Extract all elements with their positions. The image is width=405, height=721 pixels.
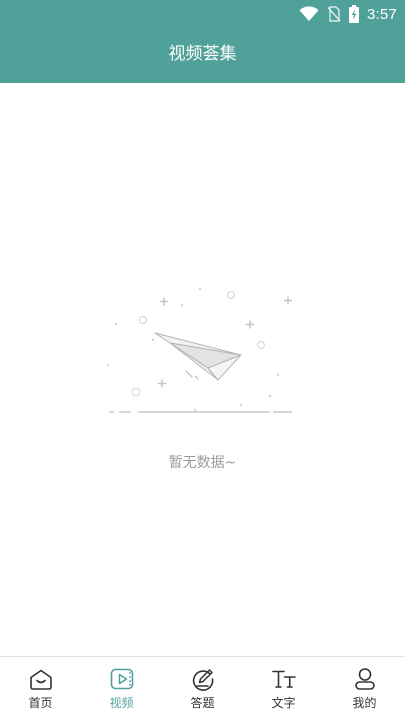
tab-label: 首页 <box>28 696 53 710</box>
home-icon <box>29 669 52 690</box>
empty-state-text: 暂无数据~ <box>168 455 237 471</box>
app-header: 3:57 视频荟集 <box>0 0 405 83</box>
empty-state <box>100 280 305 430</box>
tab-quiz[interactable]: 答题 <box>162 657 243 721</box>
tab-home[interactable]: 首页 <box>0 657 81 721</box>
tab-text[interactable]: 文字 <box>243 657 324 721</box>
status-bar: 3:57 <box>0 0 405 28</box>
tab-label: 视频 <box>109 696 134 710</box>
tab-label: 我的 <box>352 696 377 710</box>
tab-label: 文字 <box>271 696 296 710</box>
bottom-tab-bar: 首页 视频 答题 文字 我的 <box>0 656 405 721</box>
tab-label: 答题 <box>190 696 215 710</box>
tab-video[interactable]: 视频 <box>81 657 162 721</box>
tab-profile[interactable]: 我的 <box>324 657 405 721</box>
edit-icon <box>192 669 213 691</box>
user-icon <box>354 668 375 690</box>
video-icon <box>110 668 133 690</box>
battery-charging-icon <box>349 5 359 23</box>
paper-plane-icon <box>106 287 293 413</box>
text-icon <box>271 670 296 688</box>
no-sim-icon <box>327 6 341 22</box>
page-title: 视频荟集 <box>168 44 237 64</box>
wifi-icon <box>299 6 319 21</box>
status-icons: 3:57 <box>299 3 397 25</box>
status-time: 3:57 <box>367 5 397 23</box>
